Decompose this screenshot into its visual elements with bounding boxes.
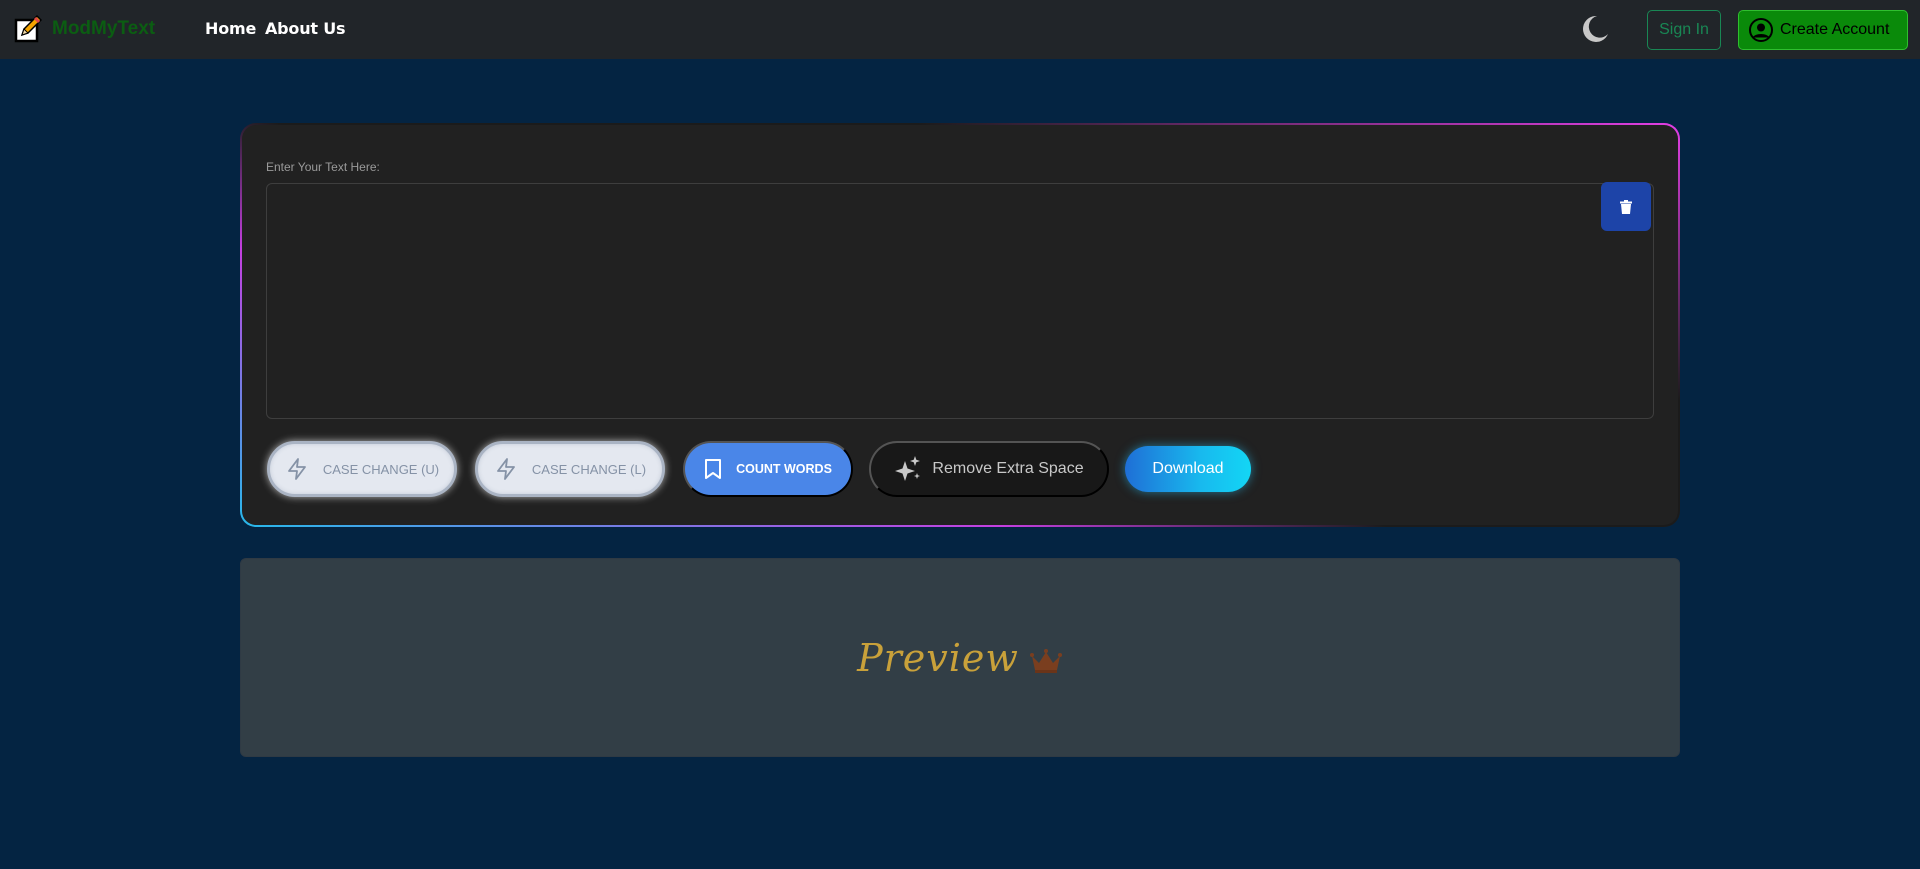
- count-words-label: COUNT WORDS: [736, 462, 832, 476]
- sign-in-button[interactable]: Sign In: [1647, 10, 1721, 50]
- editor-card-border: Enter Your Text Here: CASE CHANGE (U) CA…: [240, 123, 1680, 527]
- download-button[interactable]: Download: [1125, 446, 1251, 492]
- case-change-lower-label: CASE CHANGE (L): [531, 461, 647, 477]
- moon-icon[interactable]: [1580, 14, 1610, 44]
- sparkles-icon: [895, 456, 921, 481]
- remove-extra-space-label: Remove Extra Space: [932, 460, 1084, 477]
- brand-name: ModMyText: [52, 18, 156, 39]
- nav-home-link[interactable]: Home: [205, 19, 256, 38]
- clear-text-button[interactable]: [1601, 182, 1651, 231]
- editor-card: Enter Your Text Here: CASE CHANGE (U) CA…: [242, 125, 1678, 525]
- navbar: ModMyText Home About Us Sign In Create A…: [0, 0, 1920, 59]
- bookmark-icon: [705, 459, 722, 479]
- user-circle-icon: [1749, 18, 1773, 42]
- trash-icon: [1620, 199, 1632, 214]
- remove-extra-space-button[interactable]: Remove Extra Space: [869, 441, 1109, 497]
- case-change-upper-label: CASE CHANGE (U): [322, 461, 440, 477]
- edit-note-icon: [14, 14, 42, 43]
- text-input-label: Enter Your Text Here:: [266, 160, 380, 174]
- count-words-button[interactable]: COUNT WORDS: [683, 441, 853, 497]
- lightning-icon: [287, 458, 306, 480]
- text-input[interactable]: [266, 183, 1654, 419]
- crown-icon: [1029, 648, 1062, 673]
- brand[interactable]: ModMyText: [14, 14, 155, 44]
- lightning-icon: [497, 458, 515, 480]
- nav-about-link[interactable]: About Us: [265, 19, 346, 38]
- case-change-lower-button[interactable]: CASE CHANGE (L): [475, 441, 665, 497]
- create-account-button[interactable]: Create Account: [1738, 10, 1908, 50]
- preview-title: Preview: [857, 635, 1019, 680]
- create-account-label: Create Account: [1780, 21, 1890, 38]
- case-change-upper-button[interactable]: CASE CHANGE (U): [267, 441, 457, 497]
- preview-panel: Preview: [240, 558, 1680, 757]
